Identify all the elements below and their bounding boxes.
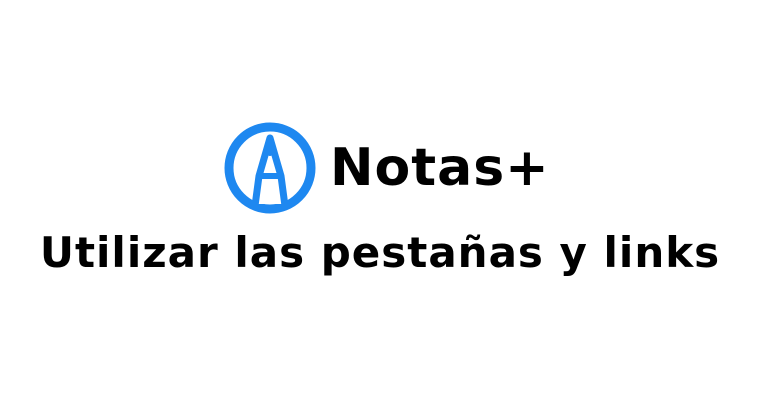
app-branding: Notas+ [222, 120, 550, 216]
page-subtitle: Utilizar las pestañas y links [39, 228, 721, 277]
pen-nib-icon [224, 122, 316, 214]
app-name: Notas+ [330, 138, 550, 198]
